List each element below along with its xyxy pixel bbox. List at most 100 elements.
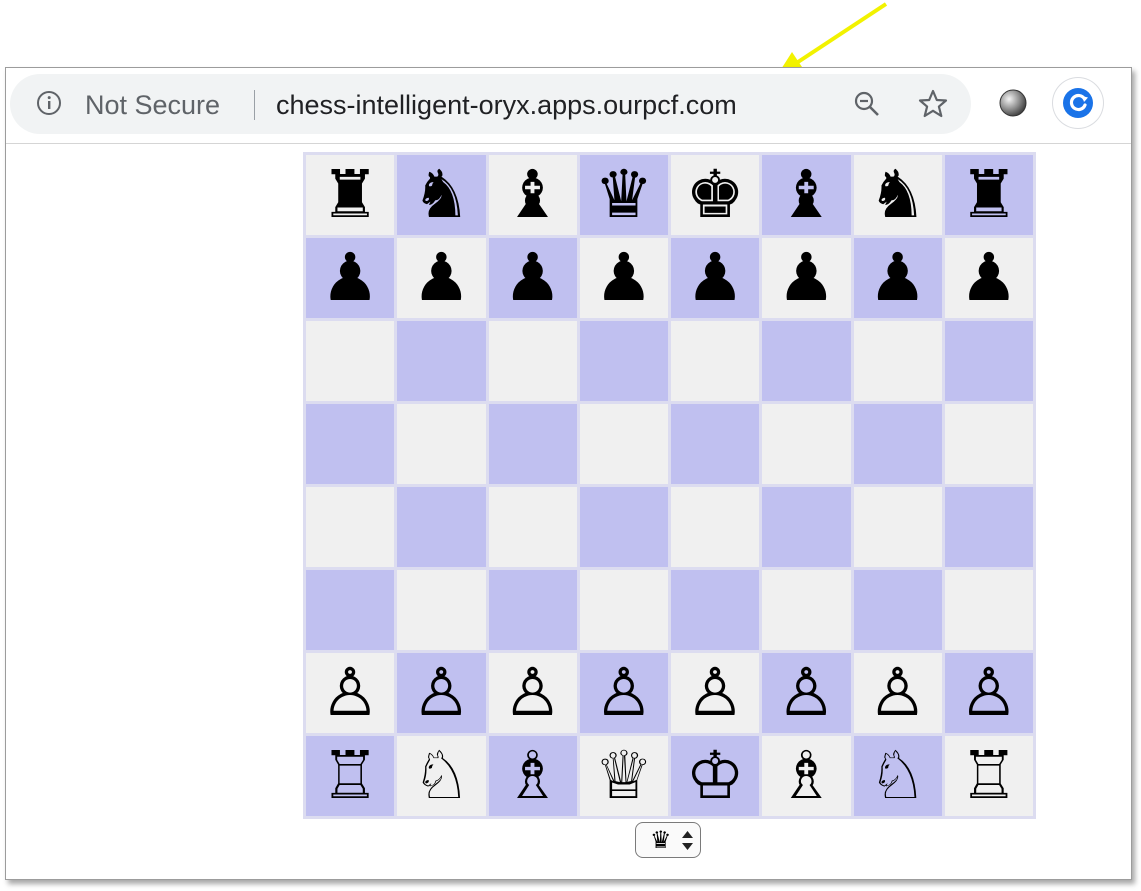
extension-icon[interactable] <box>999 89 1027 117</box>
square-a1[interactable]: ♖ <box>306 736 395 816</box>
square-h6[interactable] <box>944 321 1033 401</box>
square-g7[interactable]: ♟ <box>853 238 942 318</box>
chess-piece[interactable]: ♘ <box>868 743 927 809</box>
chess-piece[interactable]: ♙ <box>321 660 380 726</box>
square-b5[interactable] <box>397 404 486 484</box>
square-h7[interactable]: ♟ <box>944 238 1033 318</box>
square-d2[interactable]: ♙ <box>579 653 668 733</box>
square-f7[interactable]: ♟ <box>762 238 851 318</box>
chess-piece[interactable]: ♔ <box>686 743 745 809</box>
square-a6[interactable] <box>306 321 395 401</box>
square-f6[interactable] <box>762 321 851 401</box>
square-e2[interactable]: ♙ <box>671 653 760 733</box>
square-c3[interactable] <box>488 570 577 650</box>
info-icon[interactable] <box>36 90 62 116</box>
square-f5[interactable] <box>762 404 851 484</box>
chess-piece[interactable]: ♙ <box>503 660 562 726</box>
chess-piece[interactable]: ♕ <box>594 743 653 809</box>
square-d3[interactable] <box>579 570 668 650</box>
square-c4[interactable] <box>488 487 577 567</box>
chess-piece[interactable]: ♗ <box>503 743 562 809</box>
square-a7[interactable]: ♟ <box>306 238 395 318</box>
chess-piece[interactable]: ♙ <box>412 660 471 726</box>
square-h3[interactable] <box>944 570 1033 650</box>
square-e4[interactable] <box>671 487 760 567</box>
chess-piece[interactable]: ♟ <box>868 245 927 311</box>
square-g6[interactable] <box>853 321 942 401</box>
square-b7[interactable]: ♟ <box>397 238 486 318</box>
chess-piece[interactable]: ♜ <box>959 162 1018 228</box>
square-d6[interactable] <box>579 321 668 401</box>
square-c1[interactable]: ♗ <box>488 736 577 816</box>
chess-piece[interactable]: ♟ <box>777 245 836 311</box>
promotion-piece-select[interactable]: ♛ <box>635 822 701 858</box>
square-f4[interactable] <box>762 487 851 567</box>
chess-piece[interactable]: ♞ <box>868 162 927 228</box>
square-a4[interactable] <box>306 487 395 567</box>
url-text[interactable]: chess-intelligent-oryx.apps.ourpcf.com <box>276 90 737 120</box>
square-a8[interactable]: ♜ <box>306 155 395 235</box>
square-h1[interactable]: ♖ <box>944 736 1033 816</box>
square-b4[interactable] <box>397 487 486 567</box>
square-c5[interactable] <box>488 404 577 484</box>
chess-piece[interactable]: ♞ <box>412 162 471 228</box>
square-e3[interactable] <box>671 570 760 650</box>
chess-piece[interactable]: ♟ <box>594 245 653 311</box>
chess-piece[interactable]: ♛ <box>594 162 653 228</box>
square-e1[interactable]: ♔ <box>671 736 760 816</box>
chess-piece[interactable]: ♟ <box>503 245 562 311</box>
square-e8[interactable]: ♚ <box>671 155 760 235</box>
square-g5[interactable] <box>853 404 942 484</box>
chess-piece[interactable]: ♟ <box>959 245 1018 311</box>
square-d8[interactable]: ♛ <box>579 155 668 235</box>
square-b6[interactable] <box>397 321 486 401</box>
square-e7[interactable]: ♟ <box>671 238 760 318</box>
square-b2[interactable]: ♙ <box>397 653 486 733</box>
square-e5[interactable] <box>671 404 760 484</box>
square-c8[interactable]: ♝ <box>488 155 577 235</box>
square-b1[interactable]: ♘ <box>397 736 486 816</box>
square-f8[interactable]: ♝ <box>762 155 851 235</box>
square-c2[interactable]: ♙ <box>488 653 577 733</box>
square-b8[interactable]: ♞ <box>397 155 486 235</box>
square-g4[interactable] <box>853 487 942 567</box>
chess-piece[interactable]: ♝ <box>503 162 562 228</box>
square-e6[interactable] <box>671 321 760 401</box>
chess-piece[interactable]: ♙ <box>868 660 927 726</box>
chess-piece[interactable]: ♖ <box>959 743 1018 809</box>
profile-button[interactable] <box>1053 78 1103 128</box>
square-a5[interactable] <box>306 404 395 484</box>
chess-piece[interactable]: ♟ <box>412 245 471 311</box>
chess-piece[interactable]: ♜ <box>321 162 380 228</box>
chess-piece[interactable]: ♟ <box>321 245 380 311</box>
square-h4[interactable] <box>944 487 1033 567</box>
chess-piece[interactable]: ♙ <box>777 660 836 726</box>
square-f3[interactable] <box>762 570 851 650</box>
square-h8[interactable]: ♜ <box>944 155 1033 235</box>
security-label[interactable]: Not Secure <box>85 90 220 120</box>
square-f2[interactable]: ♙ <box>762 653 851 733</box>
square-g3[interactable] <box>853 570 942 650</box>
chess-piece[interactable]: ♝ <box>777 162 836 228</box>
square-g2[interactable]: ♙ <box>853 653 942 733</box>
square-g8[interactable]: ♞ <box>853 155 942 235</box>
square-b3[interactable] <box>397 570 486 650</box>
address-bar[interactable]: Not Secure chess-intelligent-oryx.apps.o… <box>10 74 971 134</box>
chess-piece[interactable]: ♟ <box>686 245 745 311</box>
star-icon[interactable] <box>918 89 948 119</box>
chess-piece[interactable]: ♖ <box>321 743 380 809</box>
square-a2[interactable]: ♙ <box>306 653 395 733</box>
chess-piece[interactable]: ♙ <box>594 660 653 726</box>
square-d7[interactable]: ♟ <box>579 238 668 318</box>
square-h5[interactable] <box>944 404 1033 484</box>
square-h2[interactable]: ♙ <box>944 653 1033 733</box>
square-a3[interactable] <box>306 570 395 650</box>
square-d1[interactable]: ♕ <box>579 736 668 816</box>
chess-piece[interactable]: ♘ <box>412 743 471 809</box>
square-f1[interactable]: ♗ <box>762 736 851 816</box>
square-c6[interactable] <box>488 321 577 401</box>
chess-piece[interactable]: ♚ <box>686 162 745 228</box>
square-d4[interactable] <box>579 487 668 567</box>
chess-piece[interactable]: ♗ <box>777 743 836 809</box>
chess-piece[interactable]: ♙ <box>959 660 1018 726</box>
